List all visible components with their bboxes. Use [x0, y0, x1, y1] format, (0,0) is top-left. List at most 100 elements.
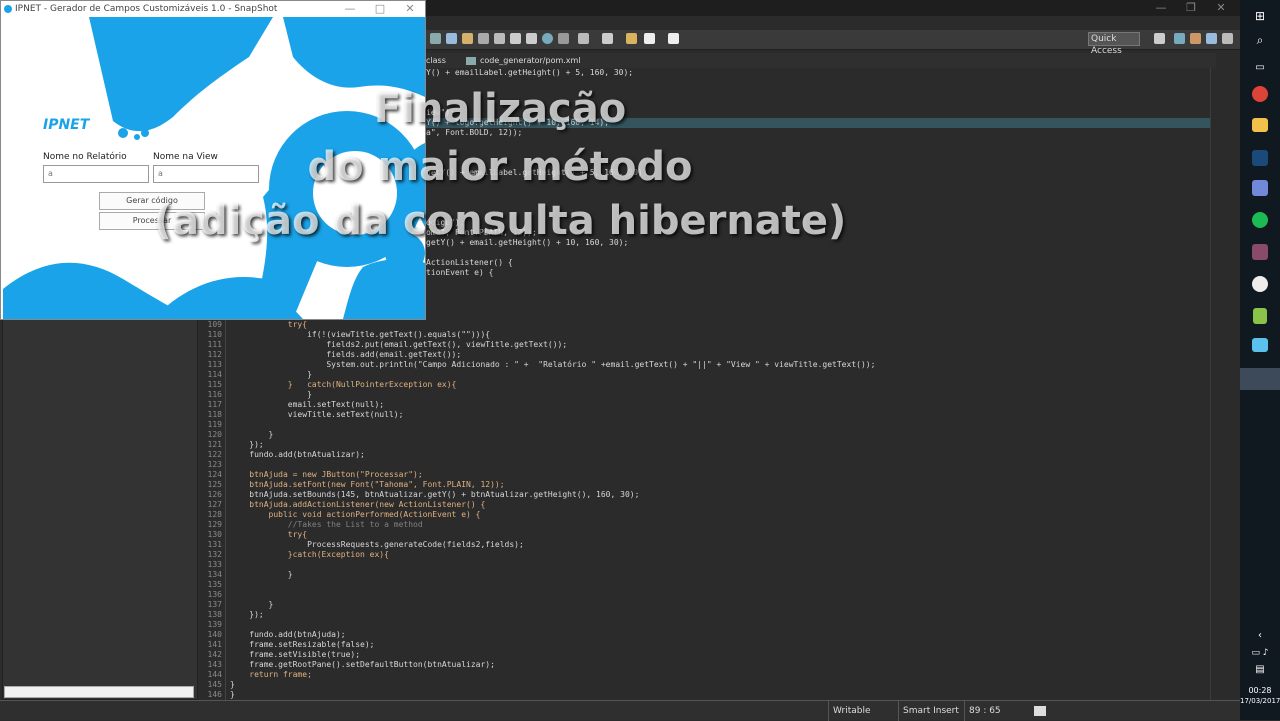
app-icon[interactable] — [1252, 244, 1268, 260]
forward-arrow-icon[interactable] — [668, 33, 679, 44]
code-line[interactable]: 133 — [198, 560, 1210, 570]
code-line[interactable]: 116 } — [198, 390, 1210, 400]
perspective-icon[interactable] — [1190, 33, 1201, 44]
code-line[interactable]: 131 ProcessRequests.generateCode(fields2… — [198, 540, 1210, 550]
code-text[interactable]: } — [230, 680, 235, 690]
perspective-icon[interactable] — [1174, 33, 1185, 44]
tray-chevron-icon[interactable]: ‹ — [1240, 630, 1280, 641]
quick-access-field[interactable]: Quick Access — [1088, 32, 1140, 56]
code-line[interactable]: 112 fields.add(email.getText()); — [198, 350, 1210, 360]
code-line[interactable]: 127 btnAjuda.addActionListener(new Actio… — [198, 500, 1210, 510]
code-line[interactable]: 141 frame.setResizable(false); — [198, 640, 1210, 650]
code-line[interactable]: 145} — [198, 680, 1210, 690]
discord-icon[interactable] — [1252, 180, 1268, 196]
task-view-icon[interactable]: ▭ — [1250, 58, 1270, 78]
code-line[interactable]: 142 frame.setVisible(true); — [198, 650, 1210, 660]
spotify-icon[interactable] — [1252, 212, 1268, 228]
code-line[interactable]: 143 frame.getRootPane().setDefaultButton… — [198, 660, 1210, 670]
code-text[interactable]: frame.getRootPane().setDefaultButton(btn… — [230, 660, 495, 670]
minimize-icon[interactable]: — — [335, 1, 365, 17]
code-line[interactable]: Y() + emailLabel.getHeight() + 5, 160, 3… — [426, 68, 633, 78]
code-line[interactable]: tionEvent e) { — [426, 268, 493, 278]
search-icon[interactable]: ⌕ — [1250, 30, 1270, 50]
code-text[interactable]: fundo.add(btnAtualizar); — [230, 450, 365, 460]
code-text[interactable]: frame.setVisible(true); — [230, 650, 360, 660]
back-arrow-icon[interactable] — [644, 33, 655, 44]
code-line[interactable]: ActionListener() { — [426, 258, 513, 268]
code-text[interactable]: }catch(Exception ex){ — [230, 550, 389, 560]
code-line[interactable]: 134 } — [198, 570, 1210, 580]
notepad-icon[interactable] — [1253, 308, 1267, 324]
code-line[interactable]: 146} — [198, 690, 1210, 700]
tool-icon[interactable] — [494, 33, 505, 44]
windows-start-icon[interactable]: ⊞ — [1250, 6, 1270, 26]
code-line[interactable]: 124 btnAjuda = new JButton("Processar"); — [198, 470, 1210, 480]
minimize-icon[interactable]: — — [1146, 0, 1176, 16]
tab-pom-xml[interactable]: code_generator/pom.xml — [480, 53, 581, 68]
code-line[interactable]: 123 — [198, 460, 1210, 470]
app-icon[interactable] — [1252, 338, 1268, 352]
code-text[interactable]: } — [230, 690, 235, 700]
code-text[interactable]: return frame; — [230, 670, 312, 680]
code-line[interactable]: 130 try{ — [198, 530, 1210, 540]
code-line[interactable]: 118 viewTitle.setText(null); — [198, 410, 1210, 420]
close-icon[interactable]: ✕ — [1206, 0, 1236, 16]
tool-icon[interactable] — [578, 33, 589, 44]
close-icon[interactable]: ✕ — [395, 1, 425, 17]
code-line[interactable]: 140 fundo.add(btnAjuda); — [198, 630, 1210, 640]
tool-icon[interactable] — [602, 33, 613, 44]
code-text[interactable]: btnAjuda.setFont(new Font("Tahoma", Font… — [230, 480, 504, 490]
code-text[interactable]: email.setText(null); — [230, 400, 384, 410]
perspective-icon[interactable] — [1222, 33, 1233, 44]
code-line[interactable]: 139 — [198, 620, 1210, 630]
code-text[interactable]: btnAjuda = new JButton("Processar"); — [230, 470, 422, 480]
tool-icon[interactable] — [510, 33, 521, 44]
code-text[interactable]: ProcessRequests.generateCode(fields2,fie… — [230, 540, 524, 550]
code-line[interactable]: 109 try{ — [198, 320, 1210, 330]
code-text[interactable]: } — [230, 570, 293, 580]
code-text[interactable]: } — [230, 600, 274, 610]
code-text[interactable]: frame.setResizable(false); — [230, 640, 374, 650]
tool-icon[interactable] — [430, 33, 441, 44]
clock-date[interactable]: 17/03/2017 — [1240, 697, 1280, 705]
file-explorer-icon[interactable] — [1252, 118, 1268, 132]
code-text[interactable]: try{ — [230, 320, 307, 330]
code-line[interactable]: 125 btnAjuda.setFont(new Font("Tahoma", … — [198, 480, 1210, 490]
code-line[interactable]: 119 — [198, 420, 1210, 430]
obs-icon[interactable] — [1252, 276, 1268, 292]
code-text[interactable]: fields.add(email.getText()); — [230, 350, 461, 360]
code-text[interactable]: fundo.add(btnAjuda); — [230, 630, 345, 640]
code-line[interactable]: 138 }); — [198, 610, 1210, 620]
perspective-icon[interactable] — [1154, 33, 1165, 44]
code-line[interactable]: 128 public void actionPerformed(ActionEv… — [198, 510, 1210, 520]
code-line[interactable]: 129 //Takes the List to a method — [198, 520, 1210, 530]
tool-icon[interactable] — [542, 33, 553, 44]
horizontal-scrollbar[interactable] — [4, 686, 194, 698]
tool-icon[interactable] — [462, 33, 473, 44]
code-text[interactable]: if(!(viewTitle.getText().equals(""))){ — [230, 330, 490, 340]
code-line[interactable]: 122 fundo.add(btnAtualizar); — [198, 450, 1210, 460]
code-line[interactable]: 115 } catch(NullPointerException ex){ — [198, 380, 1210, 390]
code-text[interactable]: } — [230, 390, 312, 400]
code-text[interactable]: viewTitle.setText(null); — [230, 410, 404, 420]
code-text[interactable]: public void actionPerformed(ActionEvent … — [230, 510, 481, 520]
code-line[interactable]: 120 } — [198, 430, 1210, 440]
eclipse-taskbar-button[interactable] — [1240, 368, 1280, 390]
tool-icon[interactable] — [446, 33, 457, 44]
code-text[interactable]: System.out.println("Campo Adicionado : "… — [230, 360, 875, 370]
code-line[interactable]: 114 } — [198, 370, 1210, 380]
notification-icon[interactable]: ▤ — [1240, 664, 1280, 675]
code-line[interactable]: 117 email.setText(null); — [198, 400, 1210, 410]
relatorio-input[interactable]: a — [43, 165, 149, 183]
code-text[interactable]: btnAjuda.addActionListener(new ActionLis… — [230, 500, 485, 510]
network-volume-icon[interactable]: ▭ ♪ — [1240, 648, 1280, 658]
code-line[interactable]: 144 return frame; — [198, 670, 1210, 680]
maximize-icon[interactable]: ❐ — [1176, 0, 1206, 16]
tool-icon[interactable] — [558, 33, 569, 44]
code-text[interactable]: }); — [230, 610, 263, 620]
steam-icon[interactable] — [1252, 150, 1268, 166]
tab-class[interactable]: class — [426, 53, 446, 68]
code-text[interactable]: btnAjuda.setBounds(145, btnAtualizar.get… — [230, 490, 639, 500]
code-line[interactable]: 136 — [198, 590, 1210, 600]
code-text[interactable]: fields2.put(email.getText(), viewTitle.g… — [230, 340, 567, 350]
